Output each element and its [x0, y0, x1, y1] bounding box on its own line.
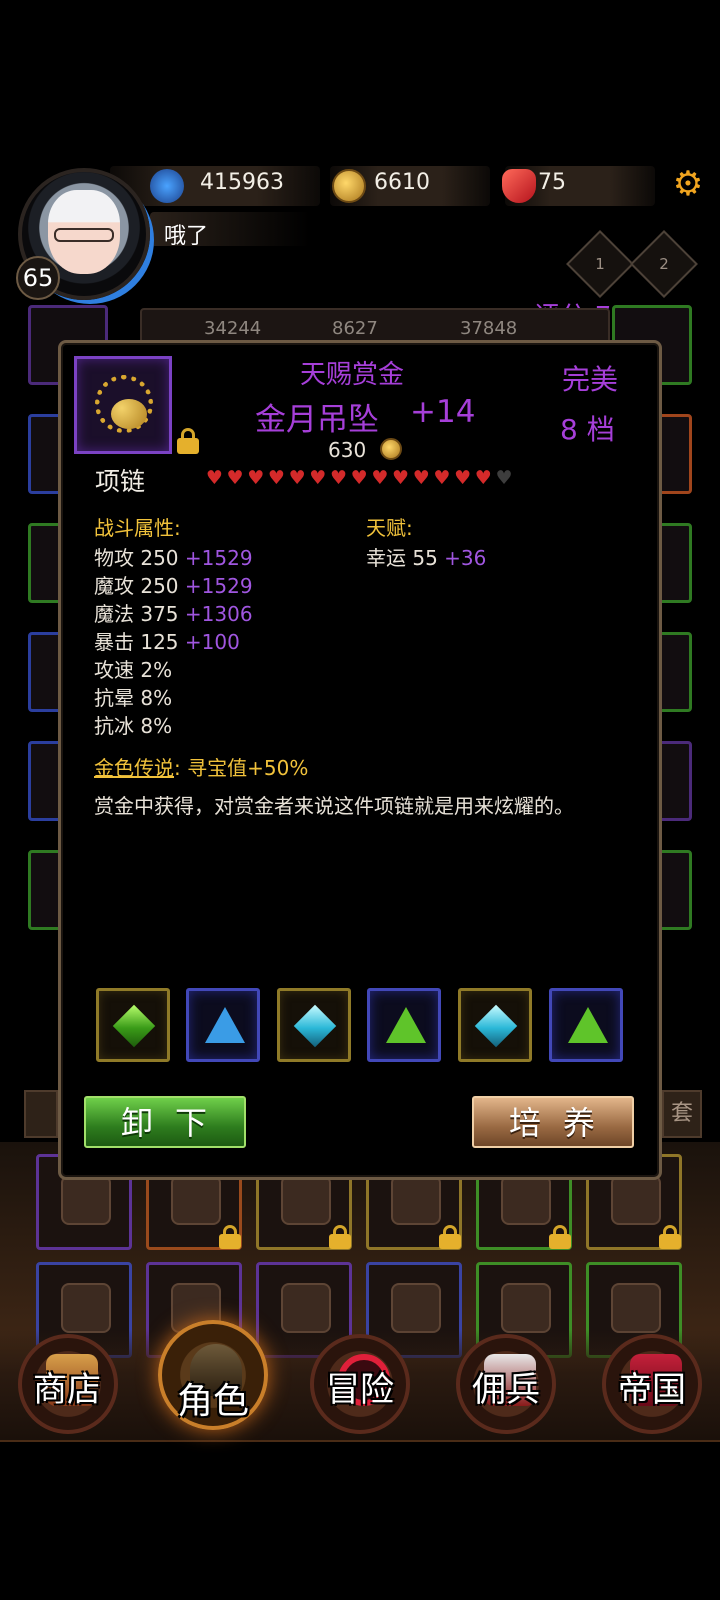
gold-value: 6610 [374, 170, 430, 195]
moon-pendant-icon [111, 399, 147, 429]
item-lock-icon[interactable] [176, 428, 200, 454]
stat-row: 暴击 125 +100 [94, 630, 240, 654]
gold-coin-icon [332, 169, 366, 203]
item-name: 金月吊坠 [255, 402, 379, 438]
nav-adventure-label: 冒险 [326, 1370, 394, 1410]
filled-heart-icon: ♥ [371, 467, 389, 489]
compass-emblem-icon [391, 1175, 441, 1225]
filled-heart-icon: ♥ [433, 467, 451, 489]
green-diamond-gem-icon [112, 1004, 156, 1048]
nav-shop-label: 商店 [33, 1370, 101, 1410]
item-type: 项链 [95, 467, 146, 496]
bg-stat-value: 34244 [204, 318, 262, 339]
settings-gear-icon[interactable]: ⚙ [670, 166, 706, 202]
right-side-tab[interactable]: 套 [662, 1090, 702, 1138]
helmet-icon [391, 1283, 441, 1333]
red-gem-icon [502, 169, 536, 203]
legend-effect: 寻宝值+50% [187, 756, 309, 780]
filled-heart-icon: ♥ [454, 467, 472, 489]
item-tier: 8 档 [560, 413, 615, 446]
item-description: 赏金中获得，对赏金者来说这件项链就是用来炫耀的。 [94, 794, 574, 818]
item-enhance-level: +14 [410, 394, 476, 430]
green-pyramid-gem-icon [568, 1007, 608, 1043]
player-level: 65 [16, 256, 60, 300]
sword-emblem-icon [171, 1175, 221, 1225]
item-price: 630 [328, 438, 367, 462]
avatar-glasses [54, 228, 114, 242]
filled-heart-icon: ♥ [412, 467, 430, 489]
filled-heart-icon: ♥ [474, 467, 492, 489]
helmet-icon [281, 1283, 331, 1333]
cyan-diamond-gem-icon [474, 1004, 518, 1048]
nav-empire-label: 帝国 [618, 1370, 686, 1410]
boots-icon [61, 1283, 111, 1333]
talent-row: 幸运 55 +36 [366, 546, 487, 570]
filled-heart-icon: ♥ [205, 467, 223, 489]
unequip-button[interactable]: 卸下 [84, 1096, 246, 1148]
train-button[interactable]: 培养 [472, 1096, 634, 1148]
chest-armor-icon [611, 1283, 661, 1333]
lock-icon [329, 1225, 351, 1249]
talent-title: 天赋: [366, 516, 413, 540]
bg-stat-value: 8627 [332, 318, 378, 339]
armor-icon [61, 1175, 111, 1225]
stat-row: 抗晕 8% [94, 686, 173, 710]
gem-socket-3[interactable] [277, 988, 351, 1062]
gem-socket-4[interactable] [367, 988, 441, 1062]
filled-heart-icon: ♥ [226, 467, 244, 489]
item-icon-frame [74, 356, 172, 454]
bg-stat-value: 37848 [460, 318, 518, 339]
gauntlet-icon [611, 1175, 661, 1225]
bg-stats-bar: 34244 8627 37848 [140, 308, 610, 344]
stat-row: 攻速 2% [94, 658, 173, 682]
stat-row: 魔攻 250 +1529 [94, 574, 253, 598]
filled-heart-icon: ♥ [267, 467, 285, 489]
gem-socket-2[interactable] [186, 988, 260, 1062]
rank-badge-2[interactable]: 2 [630, 230, 698, 298]
stat-row: 抗冰 8% [94, 714, 173, 738]
stat-row: 物攻 250 +1529 [94, 546, 253, 570]
item-quality: 完美 [562, 363, 619, 396]
gem-socket-6[interactable] [549, 988, 623, 1062]
gold-coin-icon [380, 438, 402, 460]
rank-badge-2-label: 2 [659, 255, 669, 273]
gem-socket-5[interactable] [458, 988, 532, 1062]
rank-badge-1[interactable]: 1 [566, 230, 634, 298]
item-star-hearts: ♥ ♥ ♥ ♥ ♥ ♥ ♥ ♥ ♥ ♥ ♥ ♥ ♥ ♥ ♥ [204, 466, 514, 490]
filled-heart-icon: ♥ [309, 467, 327, 489]
lock-icon [439, 1225, 461, 1249]
filled-heart-icon: ♥ [350, 467, 368, 489]
gem-socket-1[interactable] [96, 988, 170, 1062]
music-emblem-icon [501, 1175, 551, 1225]
left-side-tab[interactable] [24, 1090, 58, 1138]
filled-heart-icon: ♥ [247, 467, 265, 489]
helmet-icon [501, 1283, 551, 1333]
cyan-diamond-gem-icon [293, 1004, 337, 1048]
player-name: 哦了 [164, 224, 209, 249]
lock-icon [659, 1225, 681, 1249]
blue-pyramid-gem-icon [205, 1007, 245, 1043]
nav-mercenary-label: 佣兵 [472, 1370, 540, 1410]
filled-heart-icon: ♥ [392, 467, 410, 489]
empty-heart-icon: ♥ [495, 467, 513, 489]
stat-row: 魔法 375 +1306 [94, 602, 253, 626]
power-value: 415963 [200, 170, 284, 195]
filled-heart-icon: ♥ [329, 467, 347, 489]
rank-badge-1-label: 1 [595, 255, 605, 273]
nav-character-label: 角色 [176, 1381, 249, 1422]
filled-heart-icon: ♥ [288, 467, 306, 489]
gems-value: 75 [538, 170, 566, 195]
lock-icon [549, 1225, 571, 1249]
green-pyramid-gem-icon [386, 1007, 426, 1043]
lock-icon [219, 1225, 241, 1249]
legend-effect-line: 金色传说: 寻宝值+50% [94, 756, 309, 780]
combat-stats-title: 战斗属性: [94, 516, 181, 540]
legend-title[interactable]: 金色传说 [94, 756, 174, 780]
item-set-name: 天赐赏金 [300, 360, 405, 390]
shield-emblem-icon [281, 1175, 331, 1225]
